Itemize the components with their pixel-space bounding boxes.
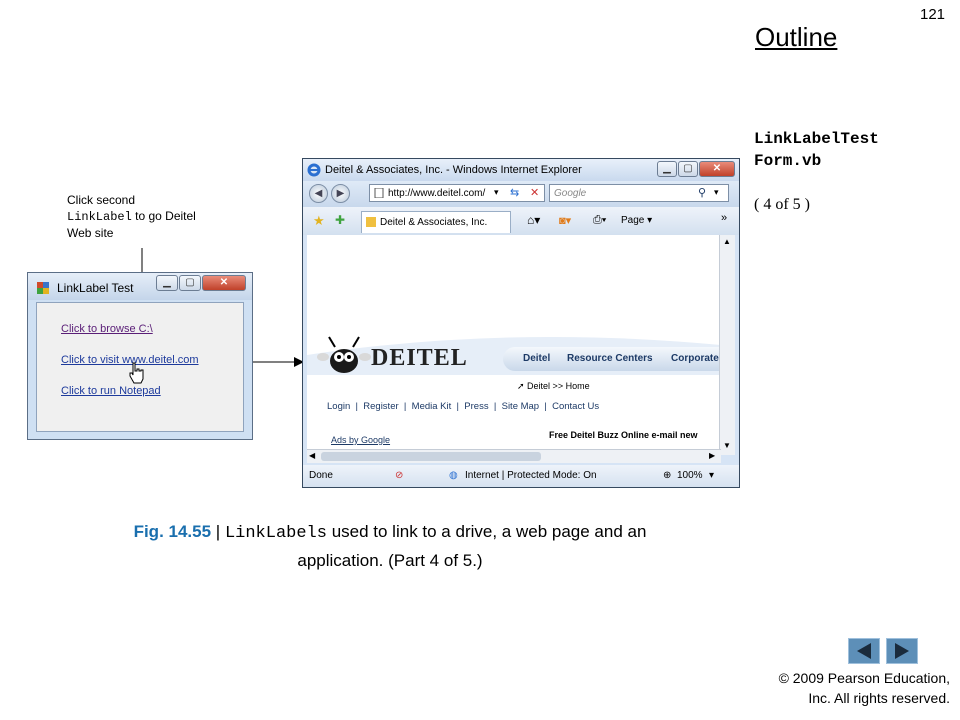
- tab-toolbar: ★ ✚ Deitel & Associates, Inc. ⌂▾ ◙▾ ⎙▾ P…: [303, 207, 739, 235]
- deitel-logo: DEITEL: [371, 345, 468, 371]
- horizontal-scroll-thumb[interactable]: [321, 452, 541, 461]
- site-nav-bar: Deitel Resource Centers Corporate: [503, 347, 721, 371]
- scroll-left-icon[interactable]: ◀: [309, 451, 315, 460]
- browser-titlebar[interactable]: Deitel & Associates, Inc. - Windows Inte…: [303, 159, 739, 181]
- back-icon[interactable]: ◀: [309, 184, 328, 203]
- tab-favicon-icon: [366, 217, 376, 227]
- status-zone[interactable]: Internet | Protected Mode: On: [465, 470, 597, 481]
- minimize-button[interactable]: ▁: [156, 275, 178, 291]
- more-tools-icon[interactable]: »: [721, 212, 727, 224]
- scroll-right-icon[interactable]: ▶: [709, 451, 715, 460]
- figure-label: Fig. 14.55: [133, 522, 212, 541]
- next-slide-button[interactable]: [886, 638, 918, 664]
- search-dropdown-icon[interactable]: ▾: [714, 187, 719, 198]
- browser-minimize-button[interactable]: ▁: [657, 161, 677, 177]
- link-run-notepad[interactable]: Click to run Notepad: [61, 385, 161, 397]
- browser-window: Deitel & Associates, Inc. - Windows Inte…: [302, 158, 740, 488]
- link-browse-c[interactable]: Click to browse C:\: [61, 323, 153, 335]
- status-bar: Done ⊘ ◍ Internet | Protected Mode: On ⊕…: [303, 465, 739, 487]
- close-button[interactable]: ✕: [202, 275, 246, 291]
- ie-logo-icon: [307, 163, 321, 177]
- tab-label: Deitel & Associates, Inc.: [380, 217, 488, 228]
- favorites-star-icon[interactable]: ★: [313, 213, 325, 229]
- vertical-scrollbar[interactable]: ▲ ▼: [719, 235, 735, 455]
- address-text: http://www.deitel.com/: [388, 188, 486, 199]
- hand-cursor-icon: [129, 362, 144, 384]
- status-done: Done: [309, 470, 333, 481]
- scroll-up-icon[interactable]: ▲: [723, 237, 731, 246]
- site-menu[interactable]: Login | Register | Media Kit | Press | S…: [327, 401, 599, 412]
- file-title-line1: LinkLabelTest: [754, 130, 879, 148]
- stop-icon[interactable]: ✕: [530, 186, 539, 199]
- linklabel-test-window: LinkLabel Test ▁ ▢ ✕ Click to browse C:\…: [27, 272, 253, 440]
- web-page-content: DEITEL Deitel Resource Centers Corporate…: [307, 235, 721, 455]
- browser-close-button[interactable]: ✕: [699, 161, 735, 177]
- address-toolbar: ◀ ▶ http://www.deitel.com/ ▾ ⇆ ✕ Google …: [303, 181, 739, 207]
- search-box[interactable]: Google ⚲ ▾: [549, 184, 729, 202]
- breadcrumb-text[interactable]: Deitel >> Home: [527, 381, 590, 391]
- search-placeholder: Google: [554, 188, 587, 199]
- callout-code: LinkLabel: [67, 210, 132, 224]
- callout-line2-rest: to go Deitel: [131, 209, 196, 223]
- callout-line2: LinkLabel to go Deitel: [67, 208, 196, 225]
- browser-tab[interactable]: Deitel & Associates, Inc.: [361, 211, 511, 233]
- deitel-bug-mascot-icon: [317, 336, 371, 373]
- caption-separator: |: [211, 522, 225, 541]
- callout-line1: Click second: [67, 193, 136, 207]
- right-triangle-icon: [895, 643, 909, 659]
- scroll-down-icon[interactable]: ▼: [723, 441, 731, 450]
- zoom-dropdown-icon[interactable]: ▾: [709, 470, 714, 481]
- ads-by-google-link[interactable]: Ads by Google: [331, 435, 390, 445]
- callout-text: Click second LinkLabel to go Deitel Web …: [67, 192, 196, 241]
- page-number: 121: [920, 6, 946, 23]
- window-titlebar[interactable]: LinkLabel Test ▁ ▢ ✕: [28, 273, 252, 300]
- file-title-line2: Form.vb: [754, 152, 822, 170]
- breadcrumb-arrow-icon: ➚: [517, 381, 528, 391]
- zoom-icon[interactable]: ⊕: [663, 470, 671, 481]
- browser-maximize-button[interactable]: ▢: [678, 161, 698, 177]
- site-breadcrumb: ➚ Deitel >> Home: [517, 381, 590, 392]
- copyright-notice: © 2009 Pearson Education, Inc. All right…: [700, 668, 950, 708]
- figure-caption: Fig. 14.55 | LinkLabels used to link to …: [40, 518, 740, 574]
- form-icon: [37, 282, 49, 294]
- caption-text1: used to link to a drive, a web page and …: [326, 522, 647, 541]
- browser-title: Deitel & Associates, Inc. - Windows Inte…: [325, 164, 582, 176]
- left-triangle-icon: [857, 643, 871, 659]
- page-menu-label: Page: [621, 215, 645, 226]
- home-icon[interactable]: ⌂▾: [527, 213, 540, 227]
- refresh-icon[interactable]: ⇆: [510, 186, 519, 199]
- print-icon[interactable]: ⎙▾: [593, 214, 606, 227]
- maximize-button[interactable]: ▢: [179, 275, 201, 291]
- callout-line3: Web site: [67, 226, 114, 240]
- caption-code: LinkLabels: [224, 524, 327, 543]
- address-dropdown-icon[interactable]: ▾: [494, 187, 499, 198]
- part-indicator: ( 4 of 5 ): [754, 196, 810, 213]
- caption-line2: application. (Part 4 of 5.): [297, 551, 483, 570]
- feeds-icon[interactable]: ◙▾: [559, 214, 571, 227]
- window-title: LinkLabel Test: [57, 281, 134, 295]
- internet-zone-icon: ◍: [449, 470, 458, 481]
- caption-line1: Fig. 14.55 | LinkLabels used to link to …: [40, 518, 740, 547]
- add-favorite-icon[interactable]: ✚: [335, 213, 345, 227]
- previous-slide-button[interactable]: [848, 638, 880, 664]
- copyright-line2: Inc. All rights reserved.: [808, 690, 950, 706]
- site-nav-deitel[interactable]: Deitel: [523, 353, 550, 364]
- status-zoom[interactable]: 100%: [677, 470, 703, 481]
- outline-heading: Outline: [755, 22, 838, 52]
- security-icon[interactable]: ⊘: [395, 470, 403, 481]
- promo-text: Free Deitel Buzz Online e-mail new: [549, 430, 698, 440]
- file-title: LinkLabelTest Form.vb: [754, 128, 879, 172]
- site-nav-resource-centers[interactable]: Resource Centers: [567, 353, 653, 364]
- page-menu[interactable]: Page ▾: [621, 215, 652, 226]
- address-bar[interactable]: http://www.deitel.com/ ▾ ⇆ ✕: [369, 184, 545, 202]
- page-icon: [374, 188, 384, 198]
- search-icon[interactable]: ⚲: [698, 186, 706, 199]
- forward-icon[interactable]: ▶: [331, 184, 350, 203]
- site-nav-corporate[interactable]: Corporate: [671, 353, 719, 364]
- horizontal-scrollbar[interactable]: ◀ ▶: [307, 449, 721, 463]
- copyright-line1: © 2009 Pearson Education,: [778, 670, 950, 686]
